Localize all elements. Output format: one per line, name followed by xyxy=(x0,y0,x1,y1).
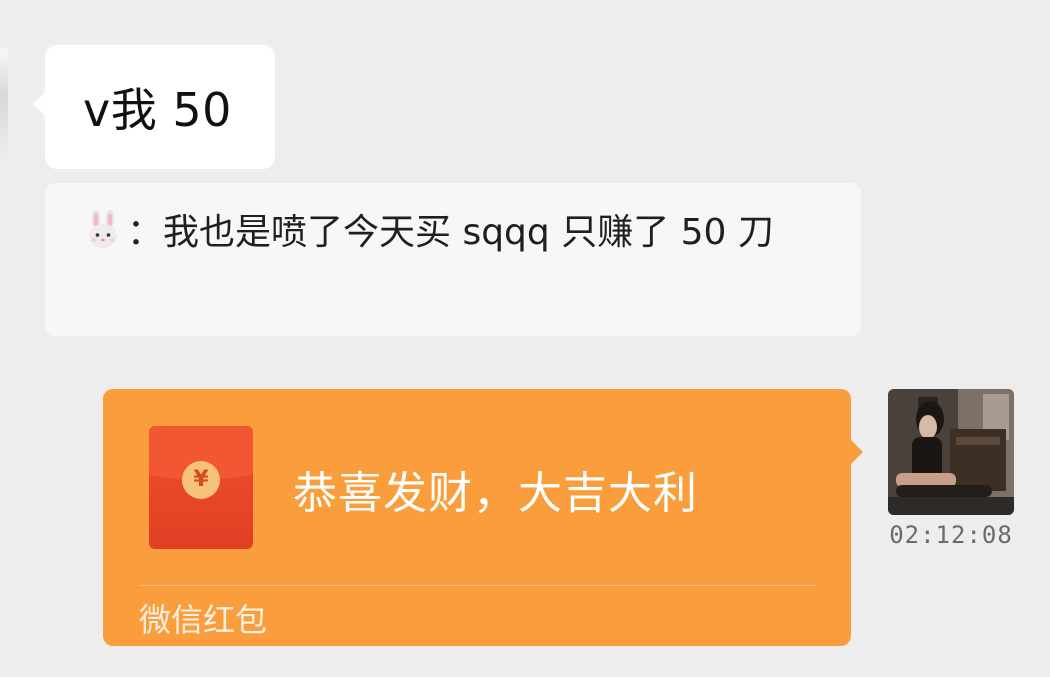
incoming-message-text: v我 50 xyxy=(83,83,232,137)
red-packet-title: 恭喜发财，大吉大利 xyxy=(293,468,698,519)
currency-symbol: ¥ xyxy=(182,461,220,499)
sender-avatar[interactable] xyxy=(888,389,1014,515)
red-packet-message[interactable]: ¥ 恭喜发财，大吉大利 微信红包 xyxy=(103,389,863,646)
quote-separator: ： xyxy=(127,212,164,253)
quoted-message-text: 我也是喷了今天买 sqqq 只赚了 50 刀 xyxy=(163,212,774,253)
message-timestamp: 02:12:08 xyxy=(889,521,1013,549)
red-envelope-icon: ¥ xyxy=(149,426,253,549)
quoted-message[interactable]: ：我也是喷了今天买 sqqq 只赚了 50 刀 xyxy=(45,183,861,336)
incoming-message-bubble[interactable]: v我 50 xyxy=(33,45,275,169)
red-packet-divider xyxy=(139,585,815,586)
rabbit-face-icon xyxy=(83,210,123,250)
incoming-avatar[interactable] xyxy=(0,48,8,166)
red-packet-footer: 微信红包 xyxy=(139,601,268,639)
